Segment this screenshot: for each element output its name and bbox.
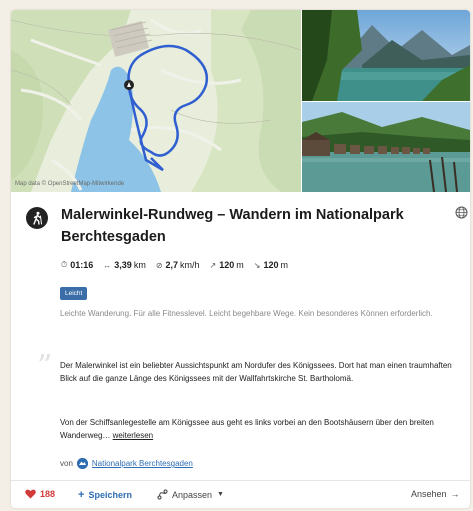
heart-icon xyxy=(25,489,36,499)
tour-actions: 188 + Speichern Anpassen ▼ Ansehen → xyxy=(11,482,470,508)
like-count: 188 xyxy=(40,489,56,499)
tour-media: Map data © OpenStreetMap-Mitwirkende xyxy=(11,10,470,193)
tour-description-continued: Von der Schiffsanlegestelle am Königssee… xyxy=(60,416,465,442)
distance-value: 3,39 xyxy=(114,260,132,270)
like-button[interactable]: 188 xyxy=(25,489,55,499)
distance-icon: ↔ xyxy=(103,260,112,270)
globe-icon[interactable] xyxy=(455,206,468,219)
tour-description: Der Malerwinkel ist ein beliebter Aussic… xyxy=(60,361,452,383)
descent-stat: ↘ 120 m xyxy=(254,260,288,270)
route-adjust-icon xyxy=(157,489,168,500)
source-prefix: von xyxy=(60,459,73,468)
ascent-unit: m xyxy=(236,260,244,270)
descent-value: 120 xyxy=(263,260,279,270)
source-link[interactable]: Nationalpark Berchtesgaden xyxy=(92,459,193,468)
arrow-right-icon: → xyxy=(450,489,460,499)
save-label: Speichern xyxy=(88,490,132,500)
duration-stat: ⏱ 01:16 xyxy=(61,260,93,270)
distance-unit: km xyxy=(133,260,146,270)
ascent-value: 120 xyxy=(219,260,235,270)
hiking-sport-icon xyxy=(26,207,48,229)
map-credit: Map data © OpenStreetMap-Mitwirkende xyxy=(15,181,125,187)
route-map[interactable]: Map data © OpenStreetMap-Mitwirkende xyxy=(11,10,302,192)
duration-value: 01:16 xyxy=(70,260,94,270)
ascent-stat: ↗ 120 m xyxy=(210,260,244,270)
speed-value: 2,7 xyxy=(165,260,179,270)
distance-stat: ↔ 3,39 km xyxy=(103,260,146,270)
chevron-down-icon: ▼ xyxy=(217,491,224,498)
tour-source: von Nationalpark Berchtesgaden xyxy=(60,458,193,469)
speed-icon: ⊘ xyxy=(155,260,163,270)
save-button[interactable]: + Speichern xyxy=(78,489,132,501)
plus-icon: + xyxy=(78,489,85,501)
tour-title[interactable]: Malerwinkel-Rundweg – Wandern im Nationa… xyxy=(61,204,446,248)
difficulty-text: Leichte Wanderung. Für alle Fitnesslevel… xyxy=(60,309,433,318)
tour-card: Map data © OpenStreetMap-Mitwirkende Mal… xyxy=(11,10,470,508)
adjust-label: Anpassen xyxy=(172,489,213,500)
descent-unit: m xyxy=(280,260,289,270)
read-more-link[interactable]: weiterlesen xyxy=(113,431,153,440)
adjust-button[interactable]: Anpassen ▼ xyxy=(157,489,224,500)
view-label: Ansehen xyxy=(411,489,447,499)
footer-divider xyxy=(11,480,470,481)
source-avatar-icon[interactable] xyxy=(76,458,88,469)
tour-stats: ⏱ 01:16 ↔ 3,39 km ⊘ 2,7 km/h ↗ 120 m ↘ 1… xyxy=(61,260,298,270)
clock-icon: ⏱ xyxy=(61,260,68,269)
speed-unit: km/h xyxy=(180,260,200,270)
speed-stat: ⊘ 2,7 km/h xyxy=(156,260,200,270)
tour-photo-lake[interactable] xyxy=(302,10,470,101)
descent-icon: ↘ xyxy=(253,260,261,270)
tour-photo-boathouses[interactable] xyxy=(302,102,470,193)
ascent-icon: ↗ xyxy=(209,260,217,270)
view-button[interactable]: Ansehen → xyxy=(411,489,460,499)
quote-icon: ” xyxy=(37,349,53,384)
difficulty-badge: Leicht xyxy=(60,287,88,300)
